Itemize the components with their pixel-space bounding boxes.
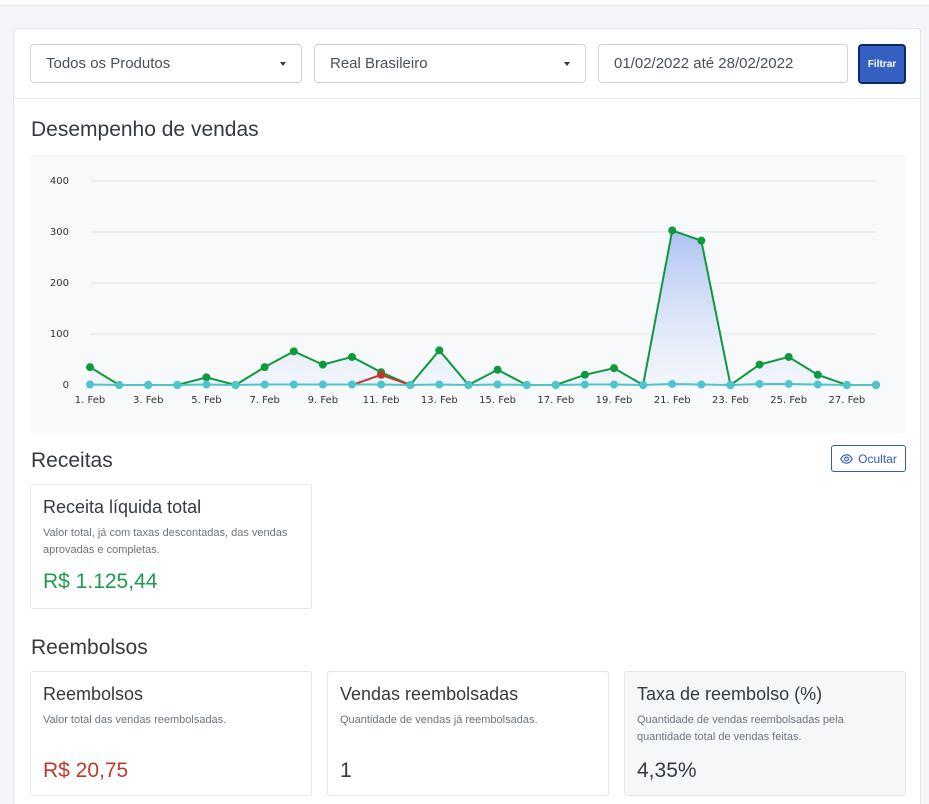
series-point: [173, 381, 182, 389]
series-point: [318, 380, 327, 389]
series-point: [784, 379, 793, 388]
refund-rate-card: Taxa de reembolso (%) Quantidade de vend…: [624, 671, 906, 796]
y-tick-label: 100: [50, 329, 69, 340]
refund-rate-value: 4,35%: [637, 759, 697, 782]
series-point: [435, 380, 444, 389]
series-point: [493, 380, 502, 389]
x-tick-label: 1. Feb: [75, 395, 105, 406]
series-point: [610, 380, 618, 389]
series-point: [231, 381, 240, 389]
chevron-down-icon: [280, 61, 286, 66]
series-point: [289, 380, 298, 389]
top-bar: [0, 0, 929, 6]
series-point: [318, 360, 327, 369]
x-tick-label: 5. Feb: [191, 395, 221, 406]
y-tick-label: 0: [63, 380, 69, 391]
series-point: [755, 360, 764, 369]
series-point: [668, 226, 677, 235]
series-point: [435, 346, 444, 355]
x-tick-label: 11. Feb: [363, 395, 400, 406]
eye-icon: [840, 453, 854, 464]
x-tick-label: 19. Feb: [596, 395, 633, 406]
refund-rate-title: Taxa de reembolso (%): [637, 684, 823, 704]
series-point: [610, 364, 618, 373]
series-point: [86, 380, 94, 389]
series-point: [522, 381, 531, 389]
refunds-amount-card: Reembolsos Valor total das vendas reembo…: [30, 671, 312, 796]
refund-rate-desc: Quantidade de vendas reembolsadas pela q…: [637, 714, 844, 743]
series-point: [726, 381, 735, 389]
series-point: [580, 370, 589, 379]
x-tick-label: 17. Feb: [537, 395, 574, 406]
hide-button-label: Ocultar: [858, 451, 897, 466]
sales-chart: 0 100 200 300 400 1. Feb 3. Feb 5. Feb 7. Feb 9. …: [31, 155, 905, 433]
series-point: [377, 380, 386, 389]
net-revenue-card: Receita líquida total Valor total, já co…: [30, 484, 312, 609]
sales-title: Desempenho de vendas: [31, 118, 259, 141]
net-revenue-desc: Valor total, já com taxas descontadas, d…: [43, 527, 288, 556]
series-point: [202, 373, 211, 382]
series-point: [755, 379, 764, 388]
x-tick-label: 15. Feb: [479, 395, 516, 406]
series-point: [202, 380, 211, 389]
series-point: [348, 352, 356, 361]
series-point: [406, 381, 415, 389]
y-tick-label: 300: [50, 227, 69, 238]
series-point: [813, 380, 822, 389]
series-point: [464, 381, 473, 389]
series-point: [551, 381, 560, 389]
series-point: [668, 379, 677, 388]
series-point: [784, 352, 793, 361]
x-tick-label: 9. Feb: [308, 395, 338, 406]
series-point: [289, 347, 298, 356]
refunds-title: Reembolsos: [31, 636, 148, 659]
refunded-sales-title: Vendas reembolsadas: [340, 684, 519, 704]
currency-select-value: Real Brasileiro: [330, 55, 428, 72]
sales-chart-svg: 0 100 200 300 400 1. Feb 3. Feb 5. Feb 7. Feb 9. …: [50, 176, 880, 406]
series-point: [377, 370, 386, 379]
dashboard-card: Todos os Produtos Real Brasileiro 01/02/…: [13, 28, 921, 804]
series-point: [260, 363, 269, 372]
filter-button[interactable]: Filtrar: [858, 44, 906, 84]
series-point: [639, 381, 648, 389]
series-point: [144, 381, 153, 389]
date-range-input[interactable]: 01/02/2022 até 28/02/2022: [598, 44, 848, 83]
refunded-sales-value: 1: [340, 759, 352, 782]
series-point: [348, 380, 356, 389]
x-tick-label: 23. Feb: [712, 395, 749, 406]
product-select[interactable]: Todos os Produtos: [30, 44, 302, 83]
series-point: [86, 363, 94, 372]
series-point: [813, 370, 822, 379]
refunded-sales-card: Vendas reembolsadas Quantidade de vendas…: [327, 671, 609, 796]
hide-button[interactable]: Ocultar: [831, 445, 906, 472]
x-tick-label: 13. Feb: [421, 395, 458, 406]
series-point: [842, 381, 851, 389]
currency-select[interactable]: Real Brasileiro: [314, 44, 586, 83]
refunds-amount-desc: Valor total das vendas reembolsadas.: [43, 714, 227, 726]
chevron-down-icon: [564, 61, 570, 66]
x-tick-label: 21. Feb: [654, 395, 691, 406]
x-tick-label: 25. Feb: [770, 395, 807, 406]
series-point: [697, 380, 706, 389]
series-point: [872, 381, 880, 389]
x-tick-label: 7. Feb: [249, 395, 279, 406]
filter-bar: Todos os Produtos Real Brasileiro 01/02/…: [14, 29, 920, 99]
net-revenue-value: R$ 1.125,44: [43, 570, 158, 593]
y-tick-label: 400: [50, 176, 69, 187]
x-tick-label: 3. Feb: [133, 395, 163, 406]
refunded-sales-desc: Quantidade de vendas já reembolsadas.: [340, 714, 538, 726]
series-point: [260, 380, 269, 389]
refunds-amount-value: R$ 20,75: [43, 759, 129, 782]
revenue-title: Receitas: [31, 449, 113, 472]
y-tick-label: 200: [50, 278, 69, 289]
series-point: [580, 380, 589, 389]
series-point: [493, 365, 502, 374]
product-select-value: Todos os Produtos: [46, 55, 171, 72]
series-point: [697, 236, 706, 245]
series-point: [115, 381, 124, 389]
x-tick-label: 27. Feb: [828, 395, 865, 406]
refunds-amount-title: Reembolsos: [43, 684, 144, 704]
date-range-value: 01/02/2022 até 28/02/2022: [614, 55, 794, 72]
net-revenue-title: Receita líquida total: [43, 497, 202, 517]
